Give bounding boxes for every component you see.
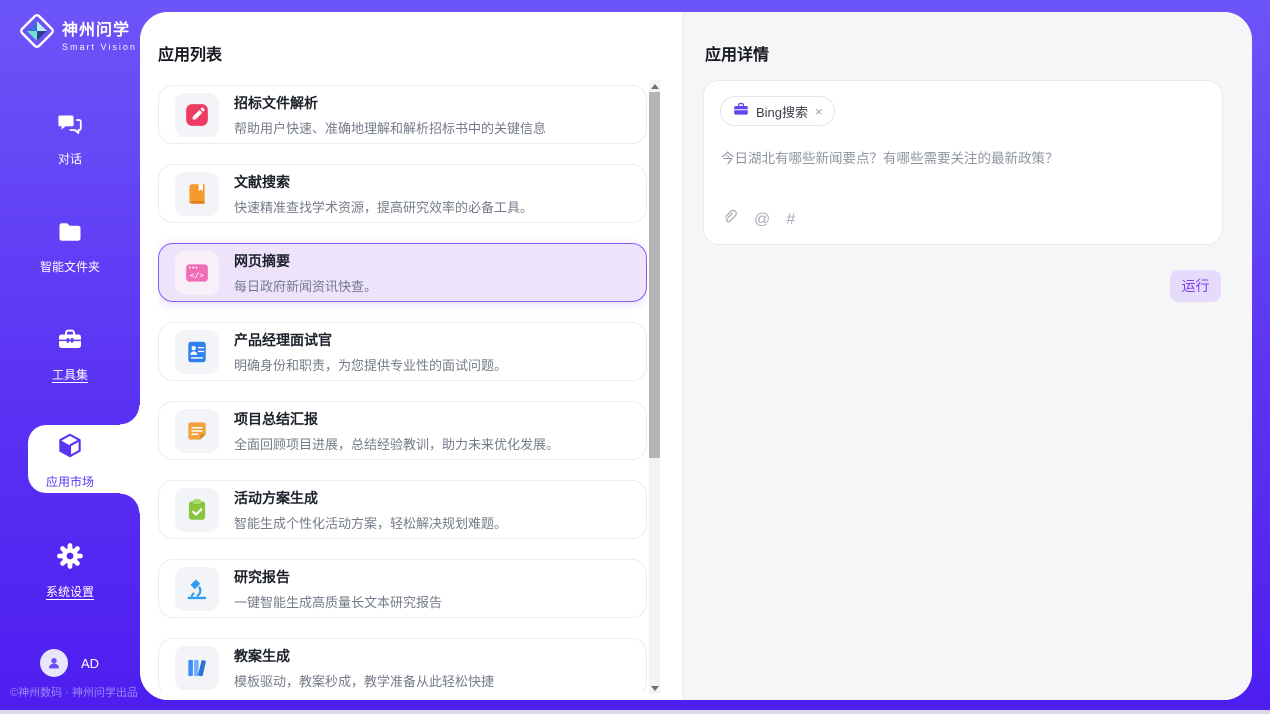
user-initials: AD — [81, 656, 99, 671]
app-card[interactable]: 产品经理面试官 明确身份和职责，为您提供专业性的面试问题。 — [158, 322, 647, 381]
close-icon[interactable]: × — [815, 105, 823, 118]
sidebar-item-settings[interactable]: 系统设置 — [0, 541, 140, 600]
app-card-title: 产品经理面试官 — [234, 330, 507, 350]
doc-person-icon — [175, 330, 219, 374]
app-card[interactable]: </> 网页摘要 每日政府新闻资讯快查。 — [158, 243, 647, 302]
app-card-title: 项目总结汇报 — [234, 409, 559, 429]
app-detail-title: 应用详情 — [705, 41, 769, 65]
scrollbar-thumb[interactable] — [649, 92, 660, 458]
chat-icon — [56, 125, 84, 142]
app-detail-pane: 应用详情 Bing搜索 × 今日湖北有哪些新闻要点？有哪些需要关注的最新政策？ — [682, 12, 1252, 700]
app-card[interactable]: 研究报告 一键智能生成高质量长文本研究报告 — [158, 559, 647, 618]
microscope-icon — [175, 567, 219, 611]
sidebar-item-chat[interactable]: 对话 — [0, 110, 140, 167]
hashtag-icon[interactable]: # — [786, 211, 795, 229]
app-list: 招标文件解析 帮助用户快速、准确地理解和解析招标书中的关键信息 文献搜索 快速精… — [158, 85, 647, 691]
app-card-description: 快速精准查找学术资源，提高研究效率的必备工具。 — [234, 197, 533, 216]
app-card-description: 智能生成个性化活动方案，轻松解决规划难题。 — [234, 513, 507, 532]
app-list-pane: 应用列表 招标文件解析 帮助用户快速、准确地理解和解析招标书中的关键信息 文献搜… — [140, 12, 682, 700]
scrollbar-down-icon[interactable] — [649, 682, 660, 694]
app-card-description: 全面回顾项目进展，总结经验教训，助力未来优化发展。 — [234, 434, 559, 453]
briefcase-icon — [733, 101, 749, 122]
app-card-title: 招标文件解析 — [234, 93, 546, 113]
app-card-title: 教案生成 — [234, 646, 494, 666]
paperclip-icon[interactable] — [721, 209, 738, 231]
user-profile[interactable]: AD — [40, 649, 99, 677]
run-button[interactable]: 运行 — [1170, 270, 1221, 302]
query-card: Bing搜索 × 今日湖北有哪些新闻要点？有哪些需要关注的最新政策？ @ # — [703, 80, 1223, 245]
scrollbar[interactable] — [649, 80, 660, 694]
book-icon — [175, 172, 219, 216]
tool-tag-bing-search[interactable]: Bing搜索 × — [720, 96, 835, 126]
sidebar-item-label: 对话 — [0, 150, 140, 167]
tool-tag-label: Bing搜索 — [756, 102, 808, 121]
app-card-description: 每日政府新闻资讯快查。 — [234, 276, 377, 295]
app-card-description: 一键智能生成高质量长文本研究报告 — [234, 592, 442, 611]
logo-subtitle: Smart Vision — [62, 42, 137, 52]
note-icon — [175, 409, 219, 453]
browser-code-icon: </> — [175, 251, 219, 295]
sidebar-item-smart-folder[interactable]: 智能文件夹 — [0, 218, 140, 275]
books-icon — [175, 646, 219, 690]
pill-flare-bottom — [120, 493, 140, 513]
cube-icon — [55, 448, 85, 465]
app-card-description: 帮助用户快速、准确地理解和解析招标书中的关键信息 — [234, 118, 546, 137]
folder-icon — [56, 233, 84, 250]
app-card-title: 活动方案生成 — [234, 488, 507, 508]
sidebar-item-label: 应用市场 — [0, 473, 140, 490]
sidebar-item-label: 智能文件夹 — [0, 258, 140, 275]
svg-text:</>: </> — [190, 270, 205, 280]
sidebar-item-toolset[interactable]: 工具集 — [0, 326, 140, 383]
input-toolbar: @ # — [721, 209, 795, 231]
scrollbar-up-icon[interactable] — [649, 80, 660, 92]
app-card-description: 模板驱动，教案秒成，教学准备从此轻松快捷 — [234, 671, 494, 690]
app-card[interactable]: 教案生成 模板驱动，教案秒成，教学准备从此轻松快捷 — [158, 638, 647, 691]
app-list-title: 应用列表 — [158, 41, 222, 65]
main-content: 应用列表 招标文件解析 帮助用户快速、准确地理解和解析招标书中的关键信息 文献搜… — [140, 12, 1252, 700]
sidebar-item-label: 系统设置 — [0, 583, 140, 600]
mention-icon[interactable]: @ — [754, 211, 770, 229]
sidebar-item-label: 工具集 — [0, 366, 140, 383]
app-card[interactable]: 招标文件解析 帮助用户快速、准确地理解和解析招标书中的关键信息 — [158, 85, 647, 144]
bid-edit-icon — [175, 93, 219, 137]
sidebar-item-app-market[interactable]: 应用市场 — [0, 431, 140, 490]
pill-flare-top — [120, 405, 140, 425]
app-card[interactable]: 文献搜索 快速精准查找学术资源，提高研究效率的必备工具。 — [158, 164, 647, 223]
logo-title: 神州问学 — [62, 22, 130, 39]
app-card[interactable]: 项目总结汇报 全面回顾项目进展，总结经验教训，助力未来优化发展。 — [158, 401, 647, 460]
clipboard-check-icon — [175, 488, 219, 532]
avatar — [40, 649, 68, 677]
app-logo: 神州问学 Smart Vision — [18, 12, 137, 55]
sidebar: 神州问学 Smart Vision 对话 智能文件夹 — [0, 0, 140, 710]
app-card-title: 研究报告 — [234, 567, 442, 587]
toolbox-icon — [56, 341, 84, 358]
app-card-title: 文献搜索 — [234, 172, 533, 192]
app-card-description: 明确身份和职责，为您提供专业性的面试问题。 — [234, 355, 507, 374]
app-card-title: 网页摘要 — [234, 251, 377, 271]
gear-icon — [55, 558, 85, 575]
query-input[interactable]: 今日湖北有哪些新闻要点？有哪些需要关注的最新政策？ — [721, 149, 1202, 169]
logo-diamond-icon — [18, 12, 56, 55]
app-card[interactable]: 活动方案生成 智能生成个性化活动方案，轻松解决规划难题。 — [158, 480, 647, 539]
copyright-text: ©神州数码 · 神州问学出品 — [10, 684, 138, 700]
